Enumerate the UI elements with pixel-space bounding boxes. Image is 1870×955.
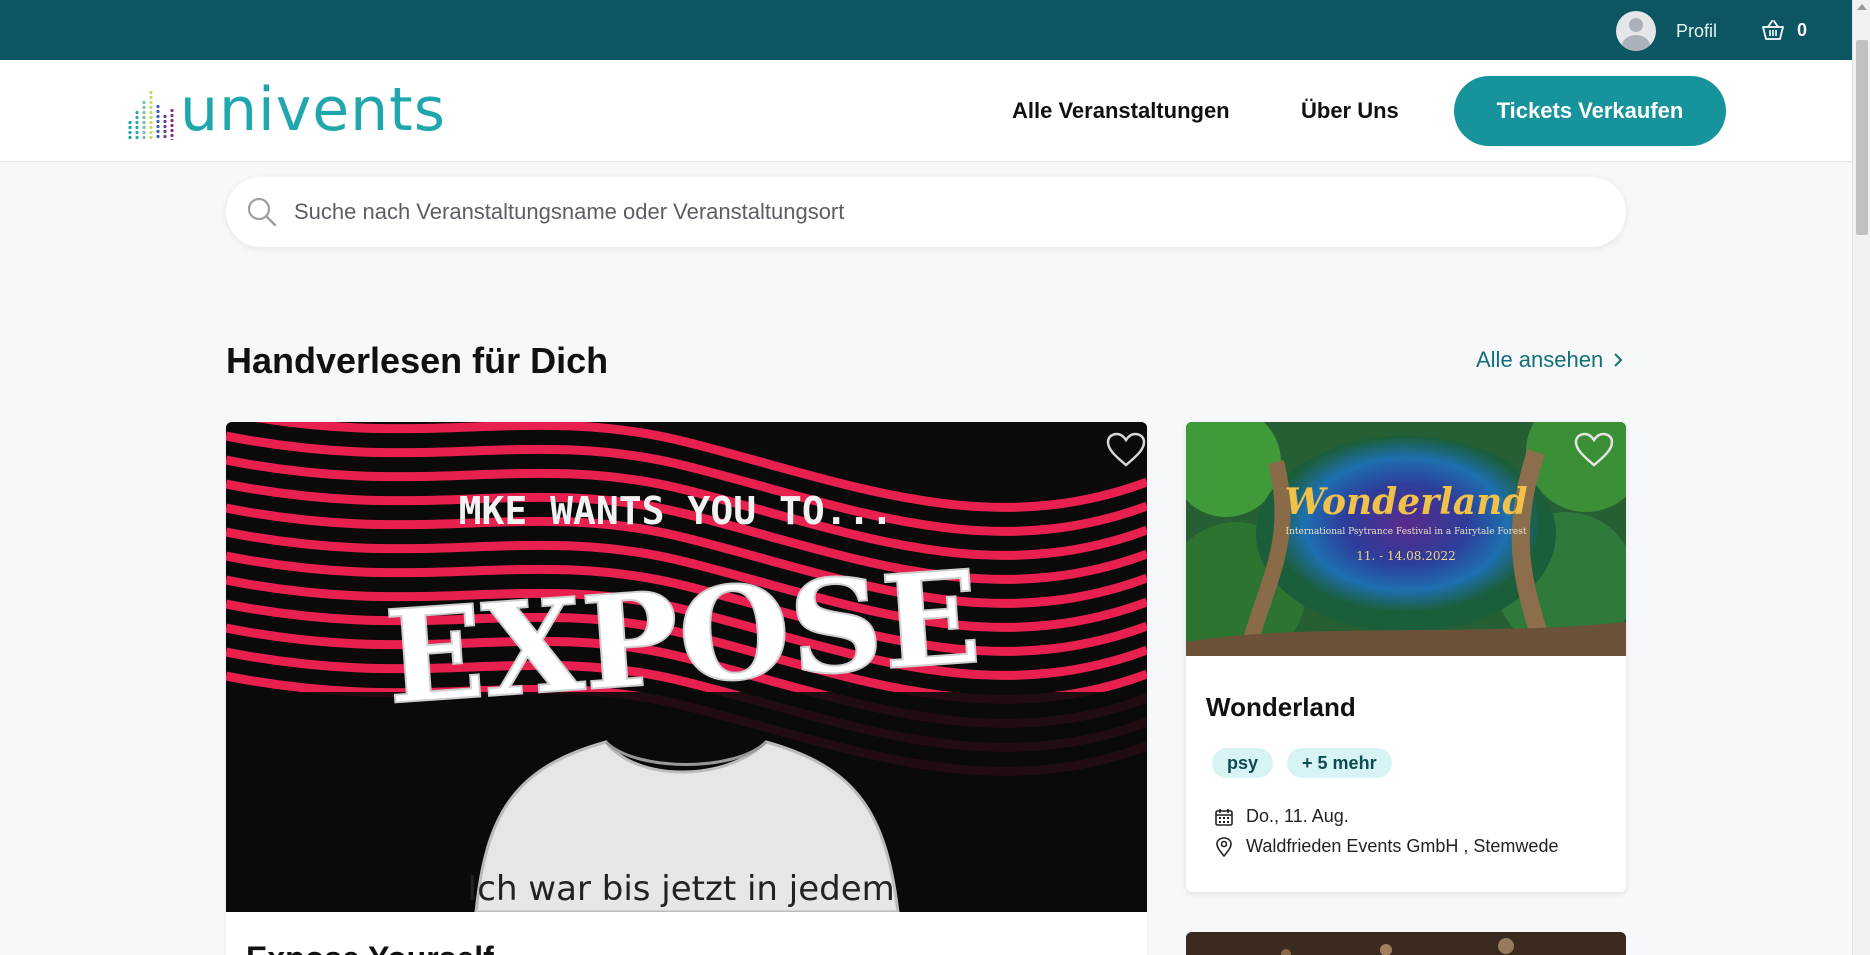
top-bar: Profil 0 (0, 0, 1852, 60)
favorite-heart-icon[interactable] (1574, 432, 1614, 468)
calendar-icon (1215, 808, 1233, 826)
poster-tagline: MKE WANTS YOU TO... (459, 489, 894, 533)
search-bar[interactable] (226, 177, 1626, 247)
featured-event-card[interactable]: MKE WANTS YOU TO... EXPOSE Ich war bis j… (226, 422, 1147, 955)
see-all-label: Alle ansehen (1476, 347, 1604, 372)
cart-button[interactable]: 0 (1761, 19, 1807, 41)
poster-wonderland-title: Wonderland (1284, 481, 1527, 523)
section-title: Handverlesen für Dich (226, 340, 609, 381)
logo-equalizer-icon (128, 86, 174, 140)
event-image-partial (1186, 932, 1626, 955)
event-card[interactable]: Wonderland International Psytrance Festi… (1186, 422, 1626, 892)
event-date: Do., 11. Aug. (1214, 806, 1349, 827)
tag-genre[interactable]: psy (1212, 748, 1274, 778)
featured-event-title: Expose Yourself (246, 940, 494, 955)
poster-wonderland-subtitle: International Psytrance Festival in a Fa… (1286, 527, 1527, 537)
univents-logo[interactable]: univents (128, 80, 446, 140)
location-pin-icon (1216, 836, 1232, 857)
event-image: Wonderland International Psytrance Festi… (1186, 422, 1626, 656)
nav-all-events[interactable]: Alle Veranstaltungen (1012, 98, 1230, 124)
search-icon (247, 197, 277, 227)
poster-shirt-text: Ich war bis jetzt in jedem (467, 869, 895, 909)
main-header: univents Alle Veranstaltungen Über Uns T… (0, 60, 1852, 162)
scroll-up-arrow-icon[interactable] (1857, 4, 1867, 10)
scroll-thumb[interactable] (1856, 40, 1868, 235)
wonderland-poster: Wonderland International Psytrance Festi… (1186, 422, 1626, 656)
page-scrollbar[interactable] (1852, 0, 1870, 955)
chevron-right-icon (1614, 353, 1623, 367)
event-location: Waldfrieden Events GmbH , Stemwede (1214, 836, 1558, 857)
event-card-partial[interactable] (1186, 932, 1626, 955)
event-date-text: Do., 11. Aug. (1246, 806, 1349, 826)
expose-poster: MKE WANTS YOU TO... EXPOSE Ich war bis j… (226, 422, 1147, 912)
event-location-text: Waldfrieden Events GmbH , Stemwede (1246, 836, 1559, 856)
featured-event-image: MKE WANTS YOU TO... EXPOSE Ich war bis j… (226, 422, 1147, 912)
poster-wonderland-dates: 11. - 14.08.2022 (1356, 549, 1455, 563)
nav-about-us[interactable]: Über Uns (1301, 98, 1399, 124)
logo-text: univents (180, 75, 446, 145)
profile-label: Profil (1676, 20, 1718, 41)
cart-count: 0 (1797, 19, 1808, 40)
event-tags: psy + 5 mehr (1212, 748, 1392, 778)
user-avatar-icon (1616, 11, 1656, 51)
sell-tickets-button[interactable]: Tickets Verkaufen (1454, 76, 1726, 146)
profile-link[interactable]: Profil (1616, 11, 1717, 51)
basket-icon (1762, 20, 1784, 40)
search-input[interactable] (294, 199, 1494, 225)
see-all-link[interactable]: Alle ansehen (1476, 347, 1623, 373)
tag-more[interactable]: + 5 mehr (1287, 748, 1392, 778)
event-title: Wonderland (1206, 692, 1356, 722)
favorite-heart-icon[interactable] (1106, 432, 1146, 468)
